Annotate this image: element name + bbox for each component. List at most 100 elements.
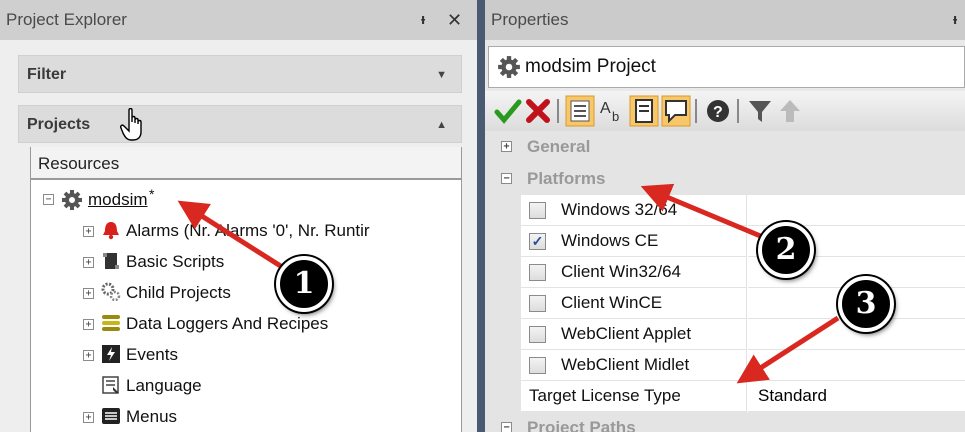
categorized-icon[interactable] bbox=[565, 95, 595, 127]
description-icon[interactable] bbox=[661, 95, 691, 127]
resources-header[interactable]: Resources bbox=[31, 147, 461, 180]
property-label: Client Win32/64 bbox=[561, 262, 682, 281]
tree-item-child-projects[interactable]: + Child Projects bbox=[31, 278, 461, 308]
property-label: WebClient Applet bbox=[561, 324, 692, 343]
checkbox-windows-32-64[interactable] bbox=[529, 202, 546, 219]
svg-text:b: b bbox=[612, 109, 619, 124]
category-project-paths[interactable]: − Project Paths bbox=[485, 412, 965, 432]
tree-item-menus[interactable]: + Menus bbox=[31, 402, 461, 432]
checkbox-windows-ce[interactable]: ✓ bbox=[529, 233, 546, 250]
tree-item-events[interactable]: + Events bbox=[31, 340, 461, 370]
data-loggers-label: Data Loggers And Recipes bbox=[126, 314, 329, 333]
chevron-down-icon: ▼ bbox=[436, 69, 447, 81]
property-label: Windows CE bbox=[561, 231, 659, 250]
screenshot-root: Project Explorer ᵼ ✕ Filter ▼ Projects ▲… bbox=[0, 0, 965, 432]
category-general[interactable]: + General bbox=[485, 131, 965, 163]
property-name: Client Win32/64 bbox=[521, 257, 747, 288]
cancel-icon[interactable] bbox=[523, 95, 553, 127]
projects-label: Projects bbox=[27, 116, 91, 133]
help-icon[interactable]: ? bbox=[703, 95, 733, 127]
modified-mark: * bbox=[149, 186, 155, 202]
close-icon[interactable]: ✕ bbox=[447, 0, 462, 40]
project-explorer-body: Filter ▼ Projects ▲ Resources − modsim *… bbox=[0, 40, 477, 432]
expand-icon[interactable]: + bbox=[83, 226, 94, 237]
toolbar-separator bbox=[737, 99, 739, 123]
property-grid: + General − Platforms Windows 32/64 ✓ Wi… bbox=[485, 131, 965, 432]
checkbox-webclient-applet[interactable] bbox=[529, 326, 546, 343]
property-value[interactable]: Standard bbox=[748, 381, 965, 412]
events-label: Events bbox=[126, 345, 178, 364]
checkbox-client-win32-64[interactable] bbox=[529, 264, 546, 281]
annotation-badge-1: 1 bbox=[276, 256, 332, 312]
bell-icon bbox=[103, 222, 119, 240]
object-selector[interactable]: modsim Project bbox=[488, 46, 965, 88]
property-label: WebClient Midlet bbox=[561, 355, 690, 374]
row-gutter bbox=[485, 226, 521, 257]
expand-icon[interactable]: + bbox=[83, 288, 94, 299]
property-name: Target License Type bbox=[521, 381, 747, 412]
database-icon bbox=[102, 315, 120, 331]
alarms-label: Alarms (Nr. Alarms '0', Nr. Runtir bbox=[126, 221, 370, 240]
property-row-client-win32-64[interactable]: Client Win32/64 bbox=[485, 257, 965, 288]
hand-cursor-icon bbox=[120, 108, 142, 141]
arrow-up-icon[interactable] bbox=[775, 95, 805, 127]
property-label: Client WinCE bbox=[561, 293, 663, 312]
property-value[interactable] bbox=[748, 350, 965, 381]
language-icon bbox=[102, 376, 119, 394]
annotation-badge-3: 3 bbox=[838, 276, 894, 332]
properties-toolbar: A b ? bbox=[485, 91, 965, 131]
property-row-target-license-type[interactable]: Target License Type Standard bbox=[485, 381, 965, 412]
pin-icon[interactable]: ᵼ bbox=[953, 0, 957, 40]
filter-icon[interactable] bbox=[745, 95, 775, 127]
row-gutter bbox=[485, 381, 521, 412]
filter-group-header[interactable]: Filter ▼ bbox=[18, 55, 462, 93]
category-general-label: General bbox=[527, 137, 591, 156]
property-name: Windows 32/64 bbox=[521, 195, 747, 226]
tree-item-basic-scripts[interactable]: + Basic Scripts bbox=[31, 247, 461, 277]
filter-label: Filter bbox=[27, 66, 67, 83]
expand-icon[interactable]: + bbox=[83, 257, 94, 268]
properties-panel: Properties ᵼ modsim Project A b ? + Gene… bbox=[485, 0, 965, 432]
row-gutter bbox=[485, 257, 521, 288]
expand-icon[interactable]: + bbox=[83, 412, 94, 423]
checkbox-webclient-midlet[interactable] bbox=[529, 357, 546, 374]
tree-item-language[interactable]: Language bbox=[31, 371, 461, 401]
property-row-windows-ce[interactable]: ✓ Windows CE bbox=[485, 226, 965, 257]
property-name: Client WinCE bbox=[521, 288, 747, 319]
tree-item-modsim[interactable]: − modsim * bbox=[31, 185, 461, 215]
property-row-windows-32-64[interactable]: Windows 32/64 bbox=[485, 195, 965, 226]
expand-icon[interactable]: + bbox=[83, 350, 94, 361]
property-pages-icon[interactable] bbox=[629, 95, 659, 127]
properties-title: Properties bbox=[485, 0, 965, 40]
project-explorer-panel: Project Explorer ᵼ ✕ Filter ▼ Projects ▲… bbox=[0, 0, 477, 432]
expand-icon[interactable]: + bbox=[501, 141, 512, 152]
panel-splitter[interactable] bbox=[477, 0, 485, 432]
events-icon bbox=[102, 345, 120, 363]
object-name: modsim Project bbox=[525, 56, 656, 77]
language-label: Language bbox=[126, 376, 202, 395]
menu-icon bbox=[102, 408, 120, 424]
projects-group-header[interactable]: Projects ▲ bbox=[18, 105, 462, 143]
tree-item-data-loggers[interactable]: + Data Loggers And Recipes bbox=[31, 309, 461, 339]
property-value[interactable] bbox=[748, 195, 965, 226]
property-name: ✓ Windows CE bbox=[521, 226, 747, 257]
property-label: Windows 32/64 bbox=[561, 200, 678, 219]
property-row-webclient-applet[interactable]: WebClient Applet bbox=[485, 319, 965, 350]
property-row-webclient-midlet[interactable]: WebClient Midlet bbox=[485, 350, 965, 381]
tree-item-alarms[interactable]: + Alarms (Nr. Alarms '0', Nr. Runtir bbox=[31, 216, 461, 246]
pin-icon[interactable]: ᵼ bbox=[421, 0, 425, 40]
expand-icon[interactable]: + bbox=[83, 319, 94, 330]
collapse-icon[interactable]: − bbox=[43, 194, 54, 205]
menus-label: Menus bbox=[126, 407, 178, 426]
category-platforms[interactable]: − Platforms bbox=[485, 163, 965, 195]
check-icon[interactable] bbox=[493, 95, 523, 127]
toolbar-separator bbox=[557, 99, 559, 123]
collapse-icon[interactable]: − bbox=[501, 422, 512, 432]
collapse-icon[interactable]: − bbox=[501, 173, 512, 184]
gears-icon bbox=[101, 282, 121, 302]
alphabetical-icon[interactable]: A b bbox=[597, 95, 627, 127]
checkbox-client-wince[interactable] bbox=[529, 295, 546, 312]
svg-text:A: A bbox=[600, 100, 611, 117]
row-gutter bbox=[485, 195, 521, 226]
row-gutter bbox=[485, 319, 521, 350]
